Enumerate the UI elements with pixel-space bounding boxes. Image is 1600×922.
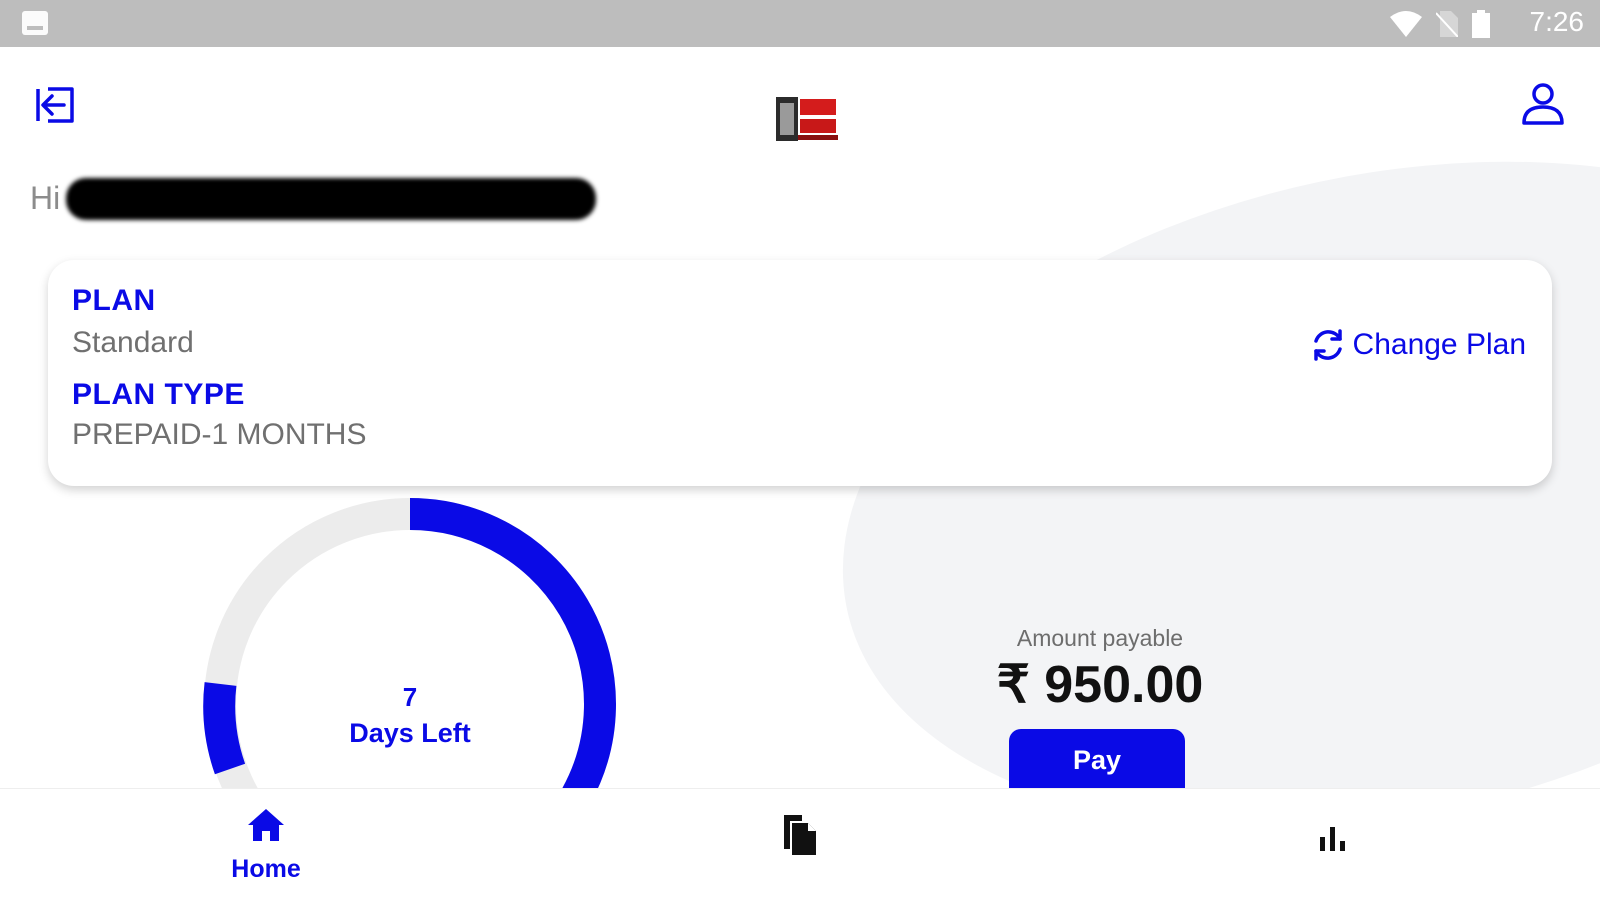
user-icon — [1522, 83, 1564, 125]
status-bar: 7:26 — [0, 0, 1600, 47]
plan-card: PLAN Standard PLAN TYPE PREPAID-1 MONTHS… — [48, 260, 1552, 486]
nav-home[interactable]: Home — [166, 789, 366, 901]
bar-chart-icon — [1320, 827, 1345, 851]
greeting-text: Hi — [30, 180, 61, 216]
brand-logo — [772, 87, 842, 151]
days-left-number: 7 — [402, 682, 418, 712]
amount-value: ₹ 950.00 — [996, 656, 1204, 714]
redacted-username — [66, 178, 596, 220]
nav-home-label: Home — [231, 855, 301, 883]
nav-stats[interactable] — [1234, 789, 1434, 901]
change-plan-label: Change Plan — [1352, 328, 1526, 361]
nav-documents[interactable] — [700, 789, 900, 901]
documents-icon — [784, 815, 816, 855]
status-icons — [1390, 10, 1490, 38]
plan-type-value: PREPAID-1 MONTHS — [72, 418, 367, 451]
refresh-icon — [1313, 329, 1342, 361]
battery-icon — [1472, 10, 1490, 38]
bottom-nav: Home — [0, 788, 1600, 901]
change-plan-button[interactable]: Change Plan — [1309, 326, 1526, 364]
no-sim-icon — [1436, 11, 1458, 37]
profile-button[interactable] — [1520, 81, 1566, 127]
amount-label: Amount payable — [1016, 625, 1184, 651]
status-time: 7:26 — [1529, 6, 1585, 37]
days-left-label: Days Left — [349, 718, 471, 748]
logout-button[interactable] — [34, 83, 78, 127]
notification-icon — [22, 11, 48, 35]
plan-label: PLAN — [72, 284, 156, 317]
wifi-icon — [1390, 11, 1422, 37]
plan-type-label: PLAN TYPE — [72, 378, 245, 411]
logout-icon — [36, 87, 74, 123]
plan-value: Standard — [72, 326, 194, 359]
home-icon — [248, 809, 284, 841]
top-bar — [0, 47, 1600, 167]
days-left-gauge: 7 Days Left — [160, 486, 660, 816]
gauge-progress-arc — [409, 498, 616, 804]
